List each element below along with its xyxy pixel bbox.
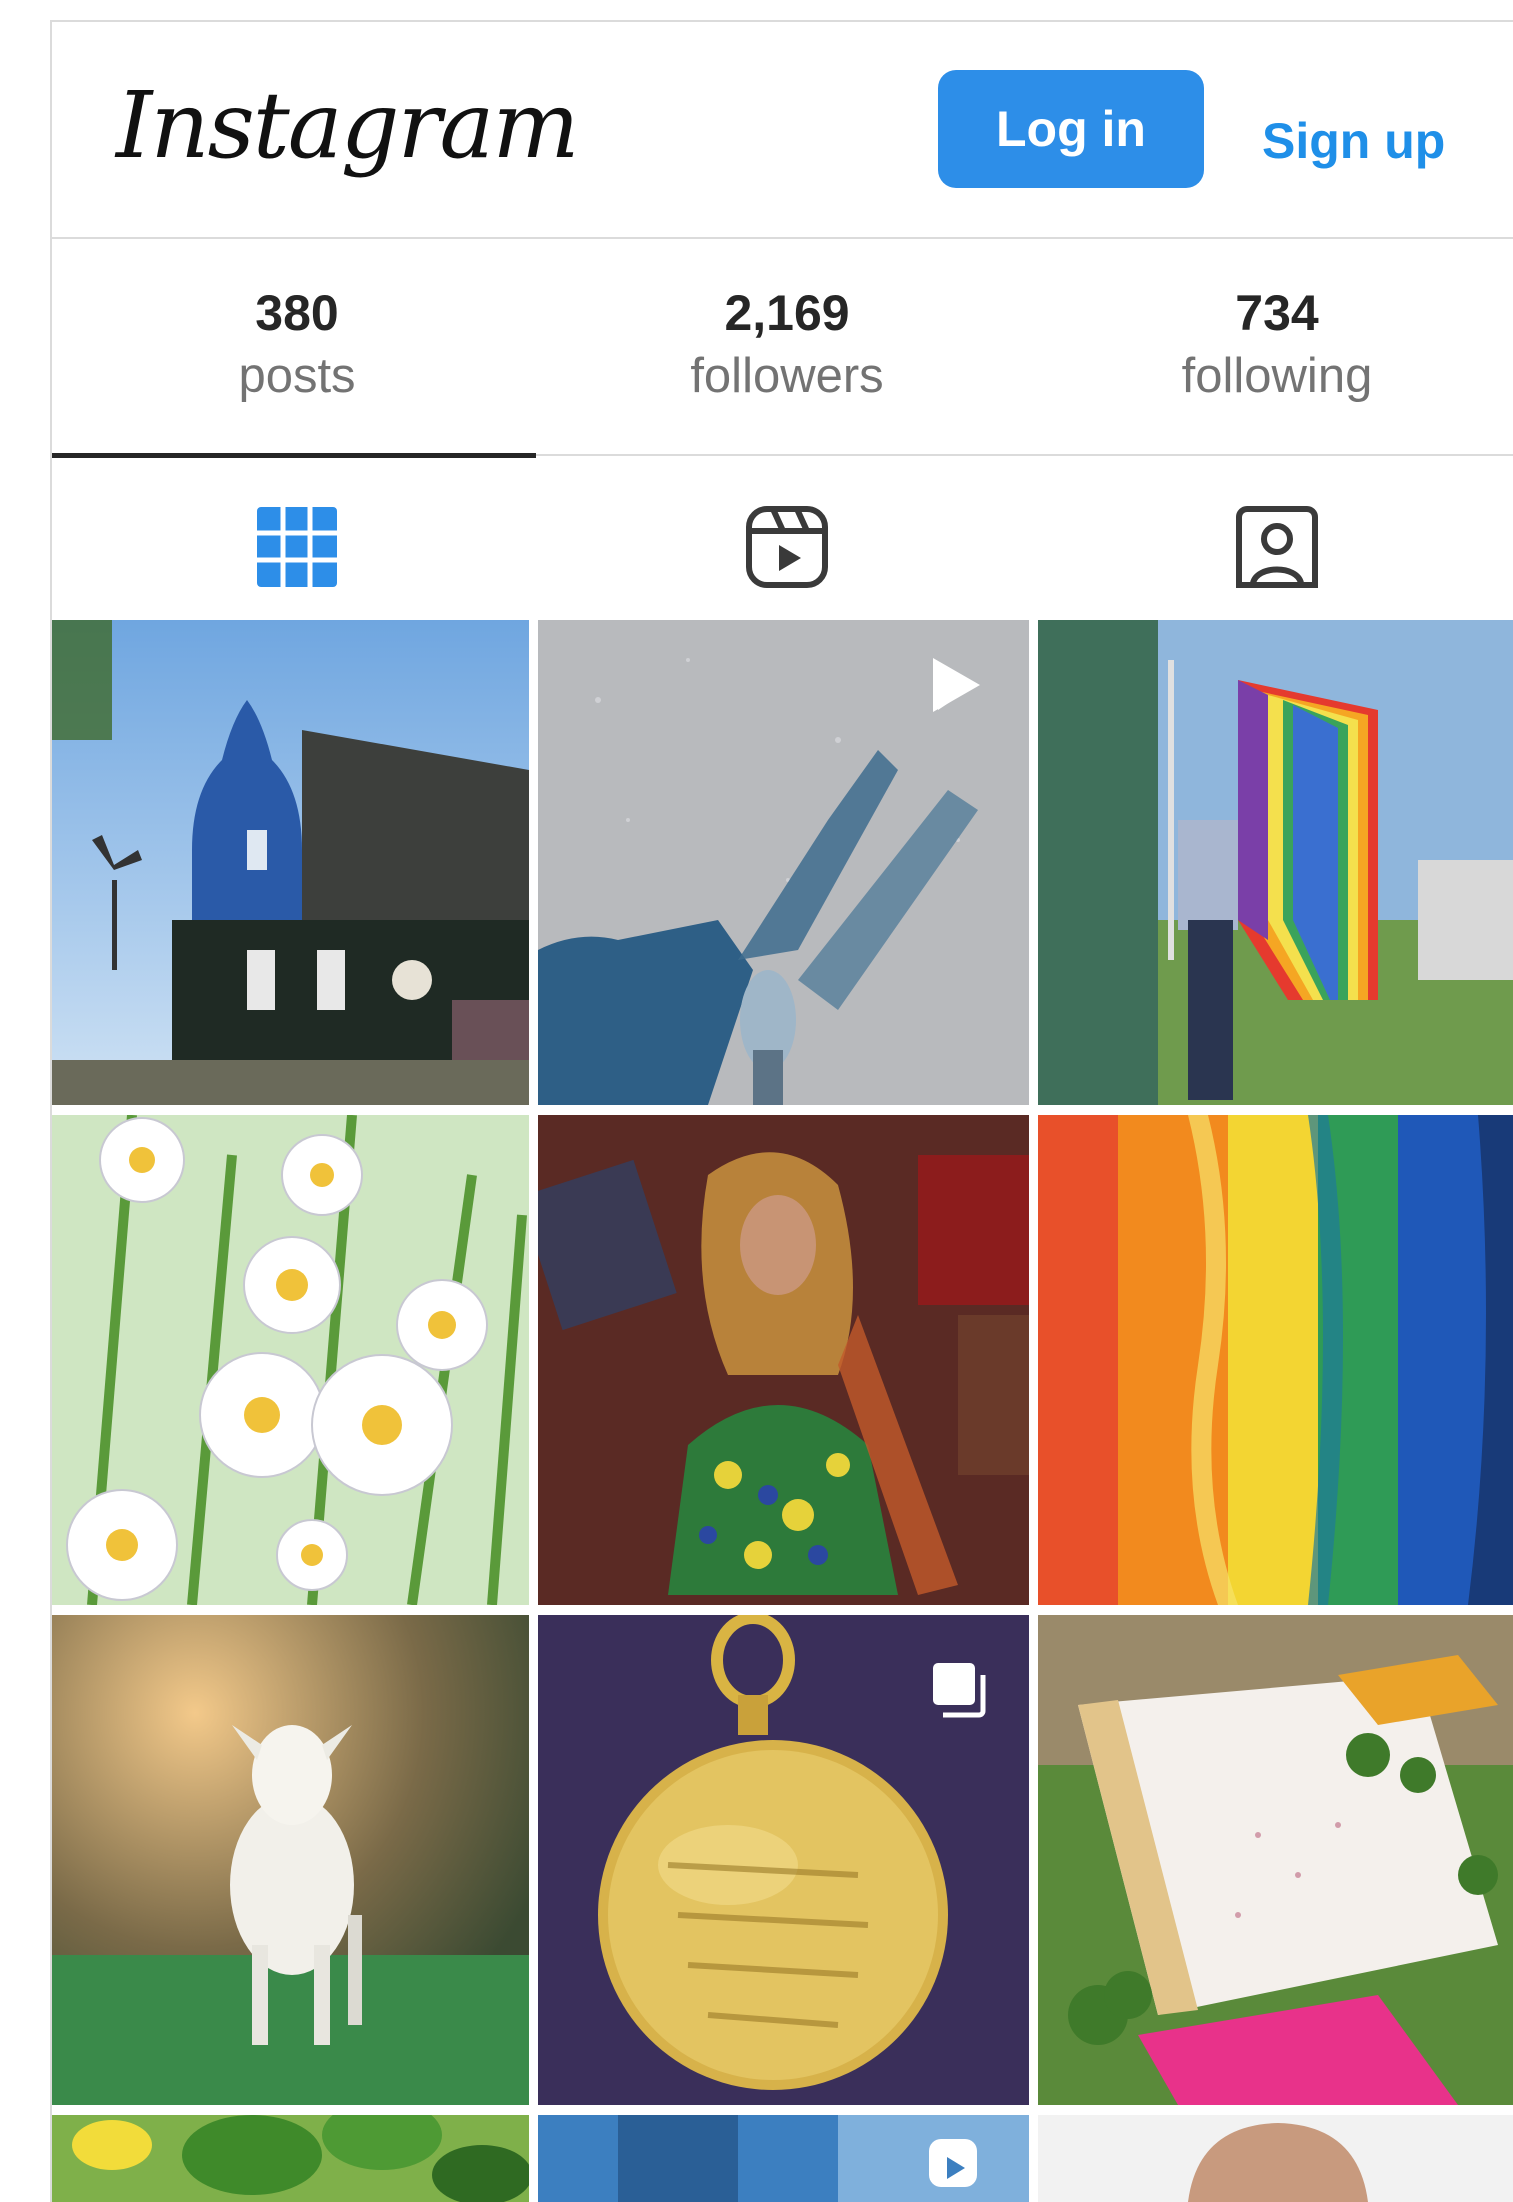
followers-count-label: followers [690,348,884,403]
post-tile[interactable] [1038,2115,1513,2202]
following-count-value: 734 [1235,285,1319,341]
posts-count: 380 posts [52,282,542,408]
tab-tagged[interactable] [1227,497,1327,597]
following-count-label: following [1181,348,1373,403]
signup-link[interactable]: Sign up [1262,112,1445,170]
header-divider [52,237,1513,239]
post-tile[interactable] [538,1615,1029,2105]
post-tile[interactable] [52,1115,529,1605]
posts-count-label: posts [238,348,356,403]
reels-icon [929,2139,977,2187]
active-tab-indicator [52,453,536,458]
followers-count[interactable]: 2,169 followers [542,282,1032,408]
profile-page: Instagram Log in Sign up 380 posts 2,169… [50,20,1513,2202]
tab-reels[interactable] [737,497,837,597]
post-tile[interactable] [52,1615,529,2105]
tab-posts-grid[interactable] [247,497,347,597]
post-tile[interactable] [1038,1115,1513,1605]
post-tile[interactable] [52,620,529,1105]
followers-count-value: 2,169 [724,285,850,341]
video-icon [933,658,980,712]
post-tile[interactable] [538,2115,1029,2202]
instagram-logo[interactable]: Instagram [116,72,580,179]
tagged-user-icon [1236,506,1318,588]
posts-count-value: 380 [255,285,339,341]
post-tile[interactable] [52,2115,529,2202]
post-tile[interactable] [1038,620,1513,1105]
post-tile[interactable] [1038,1615,1513,2105]
top-bar: Instagram Log in Sign up [52,22,1513,237]
post-tile[interactable] [538,620,1029,1105]
post-tile[interactable] [538,1115,1029,1605]
reels-icon [746,506,828,588]
following-count[interactable]: 734 following [1032,282,1513,408]
grid-icon [257,507,337,587]
login-button[interactable]: Log in [938,70,1204,188]
carousel-icon [933,1663,986,1718]
